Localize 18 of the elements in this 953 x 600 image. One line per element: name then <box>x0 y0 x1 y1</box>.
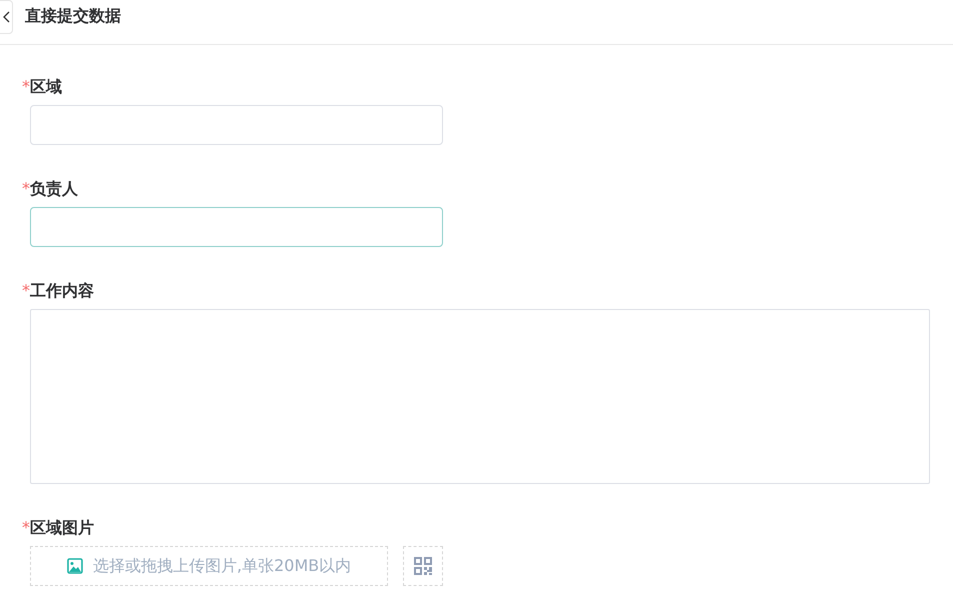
input-field[interactable] <box>30 105 443 145</box>
back-icon <box>2 11 10 23</box>
qr-code-button[interactable] <box>403 546 443 586</box>
required-mark: * <box>22 77 30 96</box>
input-field[interactable] <box>30 207 443 247</box>
field-label: 区域 <box>30 77 62 96</box>
field-label: 区域图片 <box>30 518 94 537</box>
required-mark: * <box>22 518 30 537</box>
field-label: 工作内容 <box>30 281 94 300</box>
image-icon <box>66 558 83 574</box>
upload-hint: 选择或拖拽上传图片,单张20MB以内 <box>92 556 352 576</box>
upload-area[interactable]: 选择或拖拽上传图片,单张20MB以内 <box>30 546 388 586</box>
required-mark: * <box>22 281 30 300</box>
field-label: 负责人 <box>30 179 78 198</box>
text-area[interactable] <box>30 309 930 484</box>
qr-code-icon <box>413 556 433 576</box>
required-mark: * <box>22 179 30 198</box>
page-title: 直接提交数据 <box>25 6 121 26</box>
